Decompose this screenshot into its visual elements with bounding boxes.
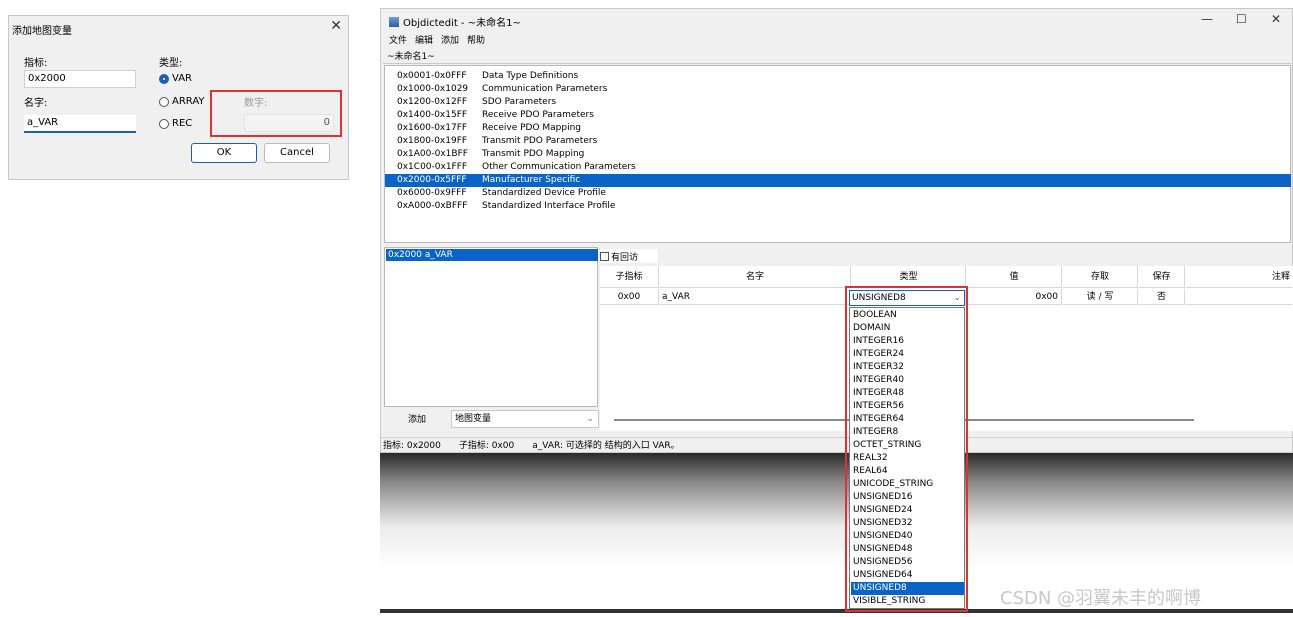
- range-row[interactable]: 0x1C00-0x1FFF Other Communication Paramet…: [385, 161, 1291, 174]
- col-save[interactable]: 保存: [1139, 266, 1185, 288]
- window-title: Objdictedit - ~未命名1~: [403, 18, 521, 29]
- range-name: Data Type Definitions: [482, 71, 579, 81]
- range-name: Receive PDO Parameters: [482, 110, 594, 120]
- status-subindex: 子指标: 0x00: [458, 441, 515, 451]
- callback-checkbox-label: 有回访: [611, 252, 639, 263]
- radio-var-dot[interactable]: [159, 73, 169, 84]
- range-name: Standardized Interface Profile: [482, 201, 616, 211]
- radio-var[interactable]: VAR: [159, 73, 192, 84]
- col-subindex[interactable]: 子指标: [600, 266, 659, 288]
- radio-rec-label: REC: [172, 118, 193, 129]
- name-label: 名字:: [24, 98, 48, 109]
- document-tab[interactable]: ~未命名1~: [387, 49, 435, 62]
- index-input[interactable]: 0x2000: [24, 70, 136, 88]
- range-value: 0x1600-0x17FF: [397, 123, 468, 133]
- range-value: 0x0001-0x0FFF: [397, 71, 467, 81]
- range-row[interactable]: 0x0001-0x0FFF Data Type Definitions: [385, 70, 1291, 83]
- range-row[interactable]: 0x6000-0x9FFF Standardized Device Profile: [385, 187, 1291, 200]
- close-icon[interactable]: ✕: [330, 18, 342, 34]
- range-name: SDO Parameters: [482, 97, 557, 107]
- menu-file[interactable]: 文件: [389, 33, 407, 46]
- range-row[interactable]: 0x1200-0x12FF SDO Parameters: [385, 96, 1291, 109]
- range-row-selected[interactable]: 0x2000-0x5FFF Manufacturer Specific: [385, 174, 1291, 187]
- range-name: Receive PDO Mapping: [482, 123, 582, 133]
- range-value: 0x1400-0x15FF: [397, 110, 468, 120]
- range-name: Transmit PDO Parameters: [482, 136, 598, 146]
- cell-subindex[interactable]: 0x00: [600, 289, 659, 305]
- radio-array[interactable]: ARRAY: [159, 96, 205, 107]
- range-value: 0x1C00-0x1FFF: [397, 162, 468, 172]
- col-name[interactable]: 名字: [660, 266, 851, 288]
- type-combo[interactable]: 地图变量 ⌄: [451, 410, 599, 428]
- add-map-variable-dialog: 添加地图变量 ✕ 指标: 0x2000 名字: a_VAR 类型: VAR AR…: [8, 15, 349, 180]
- radio-var-label: VAR: [172, 73, 192, 84]
- range-value: 0x2000-0x5FFF: [397, 175, 467, 185]
- menu-edit[interactable]: 编辑: [415, 33, 433, 46]
- app-icon: [389, 16, 399, 27]
- range-name: Other Communication Parameters: [482, 162, 636, 172]
- col-comment[interactable]: 注释: [1186, 266, 1292, 288]
- radio-rec[interactable]: REC: [159, 118, 192, 129]
- index-list: 0x2000 a_VAR: [384, 247, 598, 407]
- callback-checkbox[interactable]: 有回访: [600, 249, 659, 263]
- ok-button[interactable]: OK: [191, 143, 257, 163]
- col-value[interactable]: 值: [967, 266, 1062, 288]
- cell-comment[interactable]: [1186, 289, 1292, 305]
- watermark: CSDN @羽翼未丰的啊博: [1000, 588, 1202, 609]
- range-name: Transmit PDO Mapping: [482, 149, 585, 159]
- cancel-button[interactable]: Cancel: [264, 143, 330, 163]
- menu-bar: 文件 编辑 添加 帮助: [389, 33, 485, 46]
- radio-array-dot[interactable]: [159, 96, 169, 107]
- menu-add[interactable]: 添加: [441, 33, 459, 46]
- status-bar: 指标: 0x2000 子指标: 0x00 a_VAR: 可选择的 结构的入口 V…: [381, 437, 1293, 453]
- range-row[interactable]: 0xA000-0xBFFF Standardized Interface Prof…: [385, 200, 1291, 213]
- status-index: 指标: 0x2000: [383, 441, 441, 451]
- number-label: 数字:: [244, 98, 268, 109]
- cell-save[interactable]: 否: [1139, 289, 1185, 305]
- range-value: 0x1000-0x1029: [397, 84, 469, 94]
- close-window-icon[interactable]: ✕: [1271, 12, 1281, 26]
- window-title-bar: Objdictedit - ~未命名1~: [389, 14, 521, 29]
- chevron-down-icon: ⌄: [586, 414, 594, 424]
- range-value: 0x6000-0x9FFF: [397, 188, 467, 198]
- range-name: Standardized Device Profile: [482, 188, 606, 198]
- menu-help[interactable]: 帮助: [467, 33, 485, 46]
- dropdown-highlight-box: [845, 286, 968, 612]
- range-row[interactable]: 0x1600-0x17FF Receive PDO Mapping: [385, 122, 1291, 135]
- status-description: a_VAR: 可选择的 结构的入口 VAR。: [532, 441, 680, 451]
- range-value: 0xA000-0xBFFF: [397, 201, 468, 211]
- col-type[interactable]: 类型: [852, 266, 966, 288]
- cell-access[interactable]: 读 / 写: [1063, 289, 1138, 305]
- range-value: 0x1A00-0x1BFF: [397, 149, 468, 159]
- range-name: Manufacturer Specific: [482, 175, 581, 185]
- col-access[interactable]: 存取: [1063, 266, 1138, 288]
- range-value: 0x1200-0x12FF: [397, 97, 468, 107]
- checkbox-box[interactable]: [600, 251, 609, 261]
- cell-name[interactable]: a_VAR: [660, 289, 851, 305]
- range-row[interactable]: 0x1400-0x15FF Receive PDO Parameters: [385, 109, 1291, 122]
- radio-array-label: ARRAY: [172, 96, 205, 107]
- range-value: 0x1800-0x19FF: [397, 136, 468, 146]
- range-row[interactable]: 0x1A00-0x1BFF Transmit PDO Mapping: [385, 148, 1291, 161]
- maximize-icon[interactable]: ☐: [1236, 12, 1247, 26]
- objdictedit-window: Objdictedit - ~未命名1~ — ☐ ✕ 文件 编辑 添加 帮助 ~…: [380, 8, 1293, 453]
- index-list-item[interactable]: 0x2000 a_VAR: [386, 249, 598, 261]
- number-input[interactable]: 0: [244, 114, 334, 132]
- tab-divider: [383, 63, 1291, 64]
- range-row[interactable]: 0x1000-0x1029 Communication Parameters: [385, 83, 1291, 96]
- radio-rec-dot[interactable]: [159, 118, 169, 129]
- add-button[interactable]: 添加: [388, 411, 446, 429]
- index-label: 指标:: [24, 58, 48, 69]
- minimize-icon[interactable]: —: [1201, 12, 1213, 26]
- type-label: 类型:: [159, 58, 183, 69]
- range-row[interactable]: 0x1800-0x19FF Transmit PDO Parameters: [385, 135, 1291, 148]
- type-combo-value: 地图变量: [455, 414, 492, 424]
- range-name: Communication Parameters: [482, 84, 608, 94]
- dialog-title: 添加地图变量: [12, 26, 72, 37]
- cell-value[interactable]: 0x00: [967, 289, 1062, 305]
- index-range-list: 0x0001-0x0FFF Data Type Definitions 0x100…: [384, 65, 1291, 243]
- name-input[interactable]: a_VAR: [24, 115, 136, 133]
